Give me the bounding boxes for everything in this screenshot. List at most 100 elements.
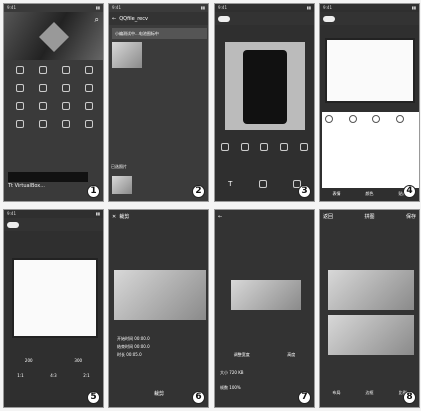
toolbar: ← [215, 210, 314, 223]
sticker-icon[interactable] [325, 115, 333, 123]
screen-6-crop: ✕ 裁剪 开始时间 00:00.0 结束时间 00:00.0 时长 00:05.0… [108, 209, 209, 408]
tool-icon[interactable] [62, 120, 71, 128]
screen-2-album: 9:41 ▮▮ ← QQfile_recv 小编测试中...电池图标中 已选照片 2 [108, 3, 209, 202]
tool-icon[interactable] [15, 120, 24, 128]
tool-icon[interactable] [300, 143, 309, 151]
option-row: 调整宽度 高度 [215, 350, 314, 360]
text-tool-icon[interactable]: T [228, 180, 232, 188]
screen-4-stickers: 9:41▮▮ 表情颜色贴纸 4 [319, 3, 420, 202]
ad-strip[interactable]: Tt VirtualBox... [8, 172, 88, 189]
duration-label: 时长 [117, 352, 125, 357]
phone-photo [243, 50, 287, 124]
tool-icon[interactable] [15, 66, 24, 74]
tool-icon[interactable] [280, 143, 289, 151]
ratio-option[interactable]: 4:3 [50, 373, 56, 378]
back-icon[interactable]: ← [112, 16, 116, 22]
status-bar: 9:41 ▮▮ [7, 5, 100, 10]
tool-icon[interactable] [85, 120, 94, 128]
back-icon[interactable]: ← [218, 214, 222, 220]
ratio-option[interactable]: 1:1 [17, 373, 23, 378]
laptop-photo[interactable] [12, 258, 98, 338]
option-a[interactable]: 调整宽度 [234, 352, 250, 358]
crop-title: 裁剪 [119, 214, 130, 220]
tab-label[interactable]: 表情 [333, 191, 341, 197]
sticker-icon[interactable] [395, 115, 404, 123]
height-field[interactable]: 300 [74, 358, 82, 363]
start-value[interactable]: 00:00.0 [134, 336, 149, 341]
status-bar: 9:41 ▮▮ [7, 211, 100, 216]
tool-icon[interactable] [38, 120, 47, 128]
step-number: 5 [87, 391, 100, 404]
screen-1-home: 9:41 ▮▮ ⌕ Tt VirtualBox... 1 [3, 3, 104, 202]
end-value[interactable]: 00:00.0 [134, 344, 149, 349]
search-icon[interactable]: ⌕ [95, 15, 99, 25]
tool-icon[interactable] [15, 84, 24, 92]
step-number: 3 [298, 185, 311, 198]
photo-thumb[interactable] [112, 42, 142, 68]
status-bar: 9:41 ▮▮ [218, 5, 311, 10]
width-field[interactable]: 200 [25, 358, 33, 363]
photo-canvas[interactable] [225, 42, 305, 130]
screen-3-editor: 9:41 ▮▮ T 3 [214, 3, 315, 202]
speed-label: 帧数 [220, 385, 228, 390]
toolbar: 返回 拼图 保存 [320, 210, 419, 223]
tab-label[interactable]: 颜色 [366, 191, 374, 197]
start-label: 开始时间 [117, 336, 133, 341]
tool-icon[interactable] [85, 84, 94, 92]
toolbar [320, 12, 419, 25]
selected-thumb[interactable] [112, 176, 132, 194]
tool-icon[interactable] [85, 66, 94, 74]
step-number: 1 [87, 185, 100, 198]
tool-icon[interactable] [38, 102, 47, 110]
status-bar: 9:41 ▮▮ [112, 5, 205, 10]
tutorial-collage: 9:41 ▮▮ ⌕ Tt VirtualBox... 1 9:41 ▮▮ ← QQfi… [0, 0, 421, 411]
laptop-photo[interactable] [325, 38, 415, 103]
tool-label[interactable]: 布局 [333, 390, 341, 396]
close-icon[interactable]: ✕ [112, 214, 116, 220]
end-label: 结束时间 [117, 344, 133, 349]
tool-icon[interactable] [260, 143, 269, 151]
tool-icon[interactable] [15, 102, 24, 110]
tool-icon[interactable] [62, 66, 71, 74]
tool-icon[interactable] [62, 102, 71, 110]
collage-title: 拼图 [364, 214, 375, 220]
confirm-crop-button[interactable]: 裁剪 [139, 390, 179, 400]
tool-row [215, 139, 314, 155]
speed-value: 100% [229, 385, 241, 390]
size-slider[interactable]: 大小 720 KB [220, 370, 312, 376]
toolbar [215, 12, 314, 25]
toolbar [4, 218, 103, 231]
step-number: 7 [298, 391, 311, 404]
size-value: 720 KB [229, 370, 244, 375]
video-frame[interactable] [114, 270, 206, 320]
ratio-option[interactable]: 2:1 [83, 373, 89, 378]
tool-icon[interactable] [240, 143, 249, 151]
save-button[interactable]: 保存 [406, 213, 416, 220]
tool-label[interactable]: 边框 [366, 390, 374, 396]
tool-icon[interactable] [62, 84, 71, 92]
ratio-row: 1:1 4:3 2:1 [4, 370, 103, 380]
sticker-icon[interactable] [348, 115, 357, 123]
tool-icon[interactable] [258, 180, 267, 188]
option-b[interactable]: 高度 [287, 352, 295, 358]
step-number: 6 [192, 391, 205, 404]
back-button[interactable]: 返回 [323, 213, 333, 220]
tool-icon[interactable] [38, 66, 47, 74]
ad-text: Tt VirtualBox... [8, 183, 46, 189]
size-row: 200 300 [4, 355, 103, 365]
collage-cell-top[interactable] [328, 270, 414, 310]
duration-value: 00:05.0 [126, 352, 142, 357]
time-info: 开始时间 00:00.0 结束时间 00:00.0 时长 00:05.0 [117, 335, 150, 359]
sticker-icon[interactable] [372, 115, 380, 123]
step-number: 4 [403, 185, 416, 198]
toolbar: ✕ 裁剪 [109, 210, 208, 223]
tool-icon[interactable] [38, 84, 47, 92]
tool-icon[interactable] [220, 143, 229, 151]
speed-slider[interactable]: 帧数 100% [220, 385, 312, 391]
tool-icon[interactable] [85, 102, 94, 110]
screen-8-collage: 返回 拼图 保存 布局 边框 比例 8 [319, 209, 420, 408]
screen-7-compress: ← 调整宽度 高度 大小 720 KB 帧数 100% 7 [214, 209, 315, 408]
size-label: 大小 [220, 370, 228, 375]
status-bar: 9:41 ▮▮ [323, 5, 416, 10]
collage-cell-bottom[interactable] [328, 315, 414, 355]
